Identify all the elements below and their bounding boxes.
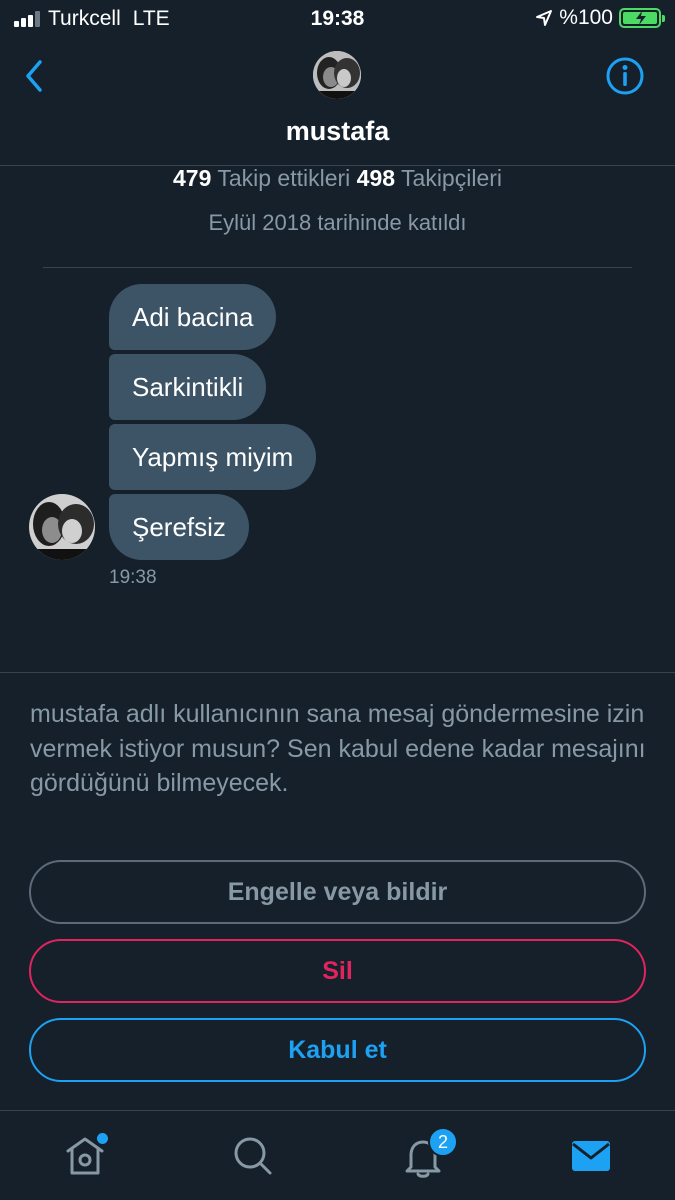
message-bubble[interactable]: Yapmış miyim [109, 424, 317, 490]
message-request-prompt: mustafa adlı kullanıcının sana mesaj gön… [30, 700, 646, 797]
tab-home[interactable] [60, 1131, 110, 1181]
sender-avatar[interactable] [29, 494, 95, 560]
block-or-report-button[interactable]: Engelle veya bildir [29, 860, 646, 924]
following-label[interactable]: Takip ettikleri [217, 165, 350, 191]
accept-button[interactable]: Kabul et [29, 1018, 646, 1082]
joined-date: Eylül 2018 tarihinde katıldı [208, 210, 467, 235]
conversation-title: mustafa [285, 116, 390, 146]
followers-count[interactable]: 498 [357, 165, 395, 191]
status-bar: Turkcell LTE 19:38 %100 [0, 0, 675, 38]
tab-messages[interactable] [566, 1131, 616, 1181]
followers-label[interactable]: Takipçileri [401, 165, 502, 191]
message-bubble[interactable]: Sarkintikli [109, 354, 267, 420]
following-count[interactable]: 479 [173, 165, 211, 191]
tab-notifications[interactable]: 2 [398, 1127, 458, 1181]
header-avatar[interactable] [313, 51, 361, 99]
conversation-header: mustafa [0, 38, 675, 166]
info-icon[interactable] [605, 56, 645, 96]
tab-search[interactable] [228, 1131, 278, 1181]
profile-stats: 479 Takip ettikleri 498 Takipçileri [0, 165, 675, 192]
chevron-left-icon[interactable] [20, 58, 50, 94]
notification-badge: 2 [428, 1127, 458, 1157]
battery-percent: %100 [559, 6, 613, 29]
location-arrow-icon [536, 10, 553, 26]
new-content-dot [97, 1133, 108, 1144]
mail-icon [572, 1141, 610, 1171]
divider [43, 267, 632, 268]
message-bubble[interactable]: Şerefsiz [109, 494, 249, 560]
tab-bar: 2 [0, 1110, 675, 1200]
delete-button[interactable]: Sil [29, 939, 646, 1003]
battery-icon [619, 8, 665, 28]
divider [0, 672, 675, 673]
status-right: %100 [535, 6, 665, 30]
message-timestamp: 19:38 [109, 567, 157, 588]
message-bubble[interactable]: Adi bacina [109, 284, 277, 350]
search-icon [234, 1137, 272, 1175]
